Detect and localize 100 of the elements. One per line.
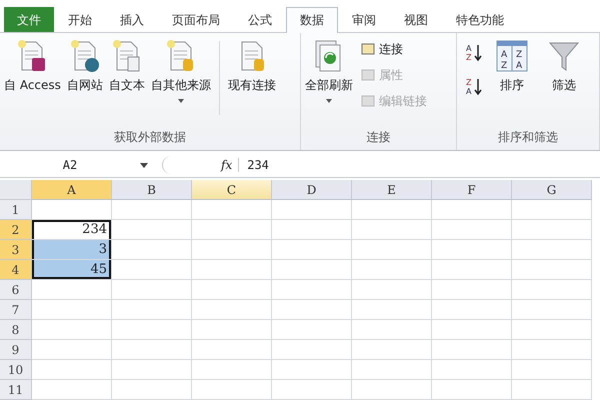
sheet-cell[interactable]	[192, 240, 272, 260]
sheet-cell[interactable]	[192, 340, 272, 360]
sheet-cell[interactable]: 45	[32, 260, 112, 280]
ribbon-small-button[interactable]: 连接	[361, 39, 427, 59]
sheet-cell[interactable]	[32, 280, 112, 300]
name-box[interactable]: A2	[0, 158, 140, 172]
sheet-cell[interactable]	[352, 280, 432, 300]
ribbon-button[interactable]: 现有连接	[226, 39, 278, 94]
sheet-cell[interactable]	[32, 300, 112, 320]
ribbon-button[interactable]: 自文本	[106, 39, 147, 94]
sheet-cell[interactable]	[112, 280, 192, 300]
sheet-cell[interactable]	[192, 360, 272, 380]
sheet-cell[interactable]	[192, 200, 272, 220]
sheet-cell[interactable]	[192, 260, 272, 280]
row-header[interactable]: 7	[0, 300, 32, 320]
ribbon-tab[interactable]: 数据	[286, 7, 338, 33]
row-header[interactable]: 6	[0, 280, 32, 300]
sheet-cell[interactable]	[512, 200, 592, 220]
sheet-cell[interactable]	[32, 200, 112, 220]
column-header[interactable]: B	[112, 180, 192, 200]
sheet-cell[interactable]	[112, 240, 192, 260]
sheet-cell[interactable]	[432, 320, 512, 340]
ribbon-tab[interactable]: 开始	[54, 7, 106, 32]
sheet-cell[interactable]	[432, 360, 512, 380]
sheet-cell[interactable]	[272, 300, 352, 320]
sheet-cell[interactable]	[432, 240, 512, 260]
sheet-cell[interactable]	[352, 200, 432, 220]
sheet-cell[interactable]	[192, 280, 272, 300]
ribbon-tab[interactable]: 审阅	[338, 7, 390, 32]
insert-function-button[interactable]: fx	[221, 158, 240, 172]
sheet-cell[interactable]	[272, 240, 352, 260]
row-header[interactable]: 11	[0, 380, 32, 400]
ribbon-button[interactable]: A Z Z A 排序	[493, 39, 531, 94]
sheet-cell[interactable]	[352, 240, 432, 260]
sheet-cell[interactable]	[512, 240, 592, 260]
sheet-cell[interactable]	[512, 340, 592, 360]
sheet-cell[interactable]	[112, 360, 192, 380]
row-header[interactable]: 1	[0, 200, 32, 220]
sheet-cell[interactable]	[352, 300, 432, 320]
sheet-cell[interactable]	[112, 380, 192, 400]
formula-field[interactable]: 234	[239, 158, 269, 172]
column-header[interactable]: F	[432, 180, 512, 200]
sheet-cell[interactable]	[32, 380, 112, 400]
ribbon-tab[interactable]: 文件	[4, 7, 54, 32]
ribbon-tab[interactable]: 插入	[106, 7, 158, 32]
sheet-cell[interactable]	[512, 300, 592, 320]
column-header[interactable]: D	[272, 180, 352, 200]
row-header[interactable]: 4	[0, 260, 32, 280]
sheet-cell[interactable]	[272, 200, 352, 220]
sheet-cell[interactable]: 3	[32, 240, 112, 260]
row-header[interactable]: 10	[0, 360, 32, 380]
ribbon-tab[interactable]: 特色功能	[442, 7, 518, 32]
sheet-cell[interactable]	[112, 200, 192, 220]
sheet-cell[interactable]	[352, 360, 432, 380]
column-header[interactable]: G	[512, 180, 592, 200]
sheet-cell[interactable]	[272, 320, 352, 340]
column-header[interactable]: E	[352, 180, 432, 200]
sheet-cell[interactable]	[432, 340, 512, 360]
sheet-cell[interactable]	[432, 380, 512, 400]
sheet-cell[interactable]	[112, 260, 192, 280]
column-header[interactable]: A	[32, 180, 112, 200]
sheet-cell[interactable]	[432, 280, 512, 300]
sheet-cell[interactable]	[352, 320, 432, 340]
sheet-cell[interactable]	[512, 220, 592, 240]
sheet-cell[interactable]	[512, 320, 592, 340]
ribbon-tab[interactable]: 公式	[234, 7, 286, 32]
sheet-cell[interactable]	[192, 320, 272, 340]
sheet-cell[interactable]	[272, 260, 352, 280]
ribbon-button[interactable]: 自网站	[64, 39, 105, 94]
row-header[interactable]: 8	[0, 320, 32, 340]
sheet-cell[interactable]	[512, 360, 592, 380]
sheet-cell[interactable]	[32, 360, 112, 380]
column-header[interactable]: C	[192, 180, 272, 200]
sheet-cell[interactable]	[512, 380, 592, 400]
sheet-cell[interactable]: 234	[32, 220, 112, 240]
sheet-cell[interactable]	[32, 320, 112, 340]
row-header[interactable]: 9	[0, 340, 32, 360]
sheet-cell[interactable]	[192, 300, 272, 320]
sheet-cell[interactable]	[432, 300, 512, 320]
sheet-cell[interactable]	[112, 340, 192, 360]
sheet-cell[interactable]	[272, 220, 352, 240]
sheet-cell[interactable]	[352, 340, 432, 360]
sheet-cell[interactable]	[432, 200, 512, 220]
sheet-cell[interactable]	[112, 320, 192, 340]
ribbon-button[interactable]: 自 Access	[2, 39, 63, 94]
sheet-cell[interactable]	[192, 220, 272, 240]
row-header[interactable]: 2	[0, 220, 32, 240]
sheet-cell[interactable]	[432, 220, 512, 240]
sheet-cell[interactable]	[512, 260, 592, 280]
sheet-cell[interactable]	[272, 380, 352, 400]
row-header[interactable]: 3	[0, 240, 32, 260]
sheet-cell[interactable]	[112, 300, 192, 320]
sheet-cell[interactable]	[352, 220, 432, 240]
ribbon-button[interactable]: 全部刷新	[303, 39, 355, 103]
sheet-cell[interactable]	[272, 340, 352, 360]
select-all-corner[interactable]	[0, 180, 32, 200]
sheet-cell[interactable]	[112, 220, 192, 240]
sheet-cell[interactable]	[352, 260, 432, 280]
sheet-cell[interactable]	[192, 380, 272, 400]
sheet-cell[interactable]	[352, 380, 432, 400]
